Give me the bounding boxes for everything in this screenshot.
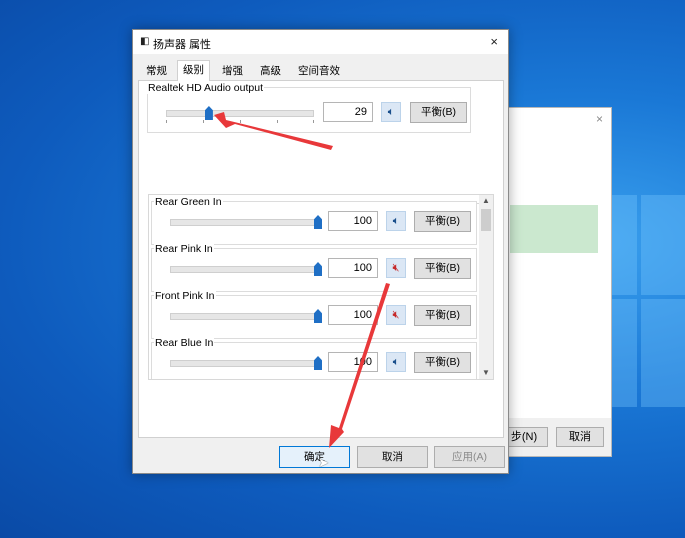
speaker-icon[interactable]: 🔈︎ — [386, 352, 406, 372]
input-label: Front Pink In — [154, 290, 216, 302]
title-bar: ◧ 扬声器 属性 × — [133, 30, 508, 54]
volume-value-field[interactable]: 100 — [328, 352, 378, 372]
balance-button[interactable]: 平衡(B) — [414, 352, 471, 373]
balance-button[interactable]: 平衡(B) — [414, 258, 471, 279]
tab-enhancements[interactable]: 增强 — [217, 62, 248, 80]
tab-strip: 常规 级别 增强 高级 空间音效 — [139, 60, 499, 81]
apply-button[interactable]: 应用(A) — [434, 446, 505, 468]
list-item: Rear Blue In 100 🔈︎ 平衡(B) — [151, 337, 477, 379]
balance-button[interactable]: 平衡(B) — [414, 305, 471, 326]
scroll-down-icon[interactable]: ▼ — [479, 367, 493, 379]
vertical-scrollbar[interactable]: ▲ ▼ — [479, 195, 493, 379]
tab-spatial-sound[interactable]: 空间音效 — [293, 62, 345, 80]
scroll-thumb[interactable] — [481, 209, 491, 231]
background-dialog: × 步(N) 取消 — [495, 107, 612, 457]
speaker-icon[interactable]: 🔈︎ — [386, 211, 406, 231]
input-volume-slider[interactable] — [170, 360, 320, 367]
close-icon[interactable]: × — [490, 34, 498, 49]
slider-thumb[interactable] — [314, 262, 322, 276]
highlight-area — [510, 205, 598, 253]
tab-general[interactable]: 常规 — [141, 62, 172, 80]
speaker-icon[interactable]: 🔈︎ — [381, 102, 401, 122]
master-volume-slider[interactable] — [166, 110, 314, 117]
slider-thumb[interactable] — [314, 356, 322, 370]
input-volume-slider[interactable] — [170, 266, 320, 273]
list-item: Front Pink In 100 🔇︎ 平衡(B) — [151, 290, 477, 339]
close-icon[interactable]: × — [596, 112, 603, 126]
slider-thumb[interactable] — [314, 215, 322, 229]
balance-button[interactable]: 平衡(B) — [414, 211, 471, 232]
device-label: Realtek HD Audio output — [147, 82, 264, 94]
input-levels-list[interactable]: Rear Green In 100 🔈︎ 平衡(B) Rear Pink In … — [148, 194, 494, 380]
slider-thumb[interactable] — [204, 106, 213, 120]
input-volume-slider[interactable] — [170, 313, 320, 320]
master-volume-group: Realtek HD Audio output 29 🔈︎ 平衡(B) — [147, 82, 471, 133]
volume-value-field[interactable]: 29 — [323, 102, 373, 122]
scroll-up-icon[interactable]: ▲ — [479, 195, 493, 207]
speaker-icon: ◧ — [140, 36, 150, 47]
cancel-button[interactable]: 取消 — [556, 427, 604, 447]
dialog-footer: 步(N) 取消 — [496, 418, 611, 456]
volume-value-field[interactable]: 100 — [328, 211, 378, 231]
volume-value-field[interactable]: 100 — [328, 305, 378, 325]
window-title: 扬声器 属性 — [153, 39, 212, 51]
input-label: Rear Pink In — [154, 243, 214, 255]
speaker-muted-icon[interactable]: 🔇︎ — [386, 258, 406, 278]
ok-button[interactable]: 确定 — [279, 446, 350, 468]
tab-advanced[interactable]: 高级 — [255, 62, 286, 80]
volume-value-field[interactable]: 100 — [328, 258, 378, 278]
slider-thumb[interactable] — [314, 309, 322, 323]
input-label: Rear Blue In — [154, 337, 215, 349]
cancel-button[interactable]: 取消 — [357, 446, 428, 468]
input-label: Rear Green In — [154, 196, 223, 208]
speaker-muted-icon[interactable]: 🔇︎ — [386, 305, 406, 325]
speaker-properties-dialog: ◧ 扬声器 属性 × 常规 级别 增强 高级 空间音效 Realtek HD A… — [132, 29, 509, 474]
tab-levels[interactable]: 级别 — [177, 60, 210, 81]
list-item: Rear Pink In 100 🔇︎ 平衡(B) — [151, 243, 477, 292]
list-item: Rear Green In 100 🔈︎ 平衡(B) — [151, 196, 477, 245]
balance-button[interactable]: 平衡(B) — [410, 102, 467, 123]
input-volume-slider[interactable] — [170, 219, 320, 226]
mouse-cursor-icon: ➤ — [318, 455, 329, 470]
